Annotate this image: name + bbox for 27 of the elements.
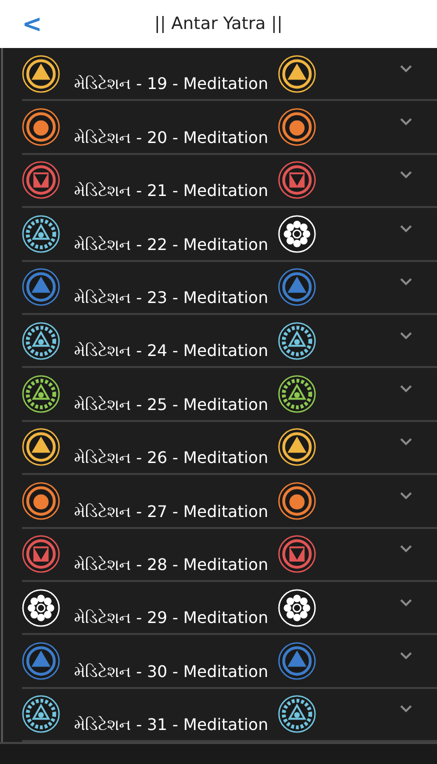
chevron-icon[interactable] [399,117,413,128]
list-row[interactable]: મેડિટેશન - 30 - Meditation [22,635,437,689]
chevron-icon[interactable] [399,277,413,288]
chevron-icon[interactable] [399,170,413,180]
list-row[interactable]: મેડિટેશન - 22 - Meditation [22,208,437,262]
chevron-icon[interactable] [399,384,413,394]
list-row[interactable]: મેડિટેશન - 25 - Meditation [22,368,437,422]
back-button[interactable]: < [18,8,46,40]
page-title: || Antar Yatra || [154,14,283,34]
list-row[interactable]: મેડિટેશન - 20 - Meditation [22,101,437,155]
chevron-icon[interactable] [399,598,413,608]
list-row[interactable]: મેડિટેશન - 24 - Meditation [22,314,437,368]
list-row[interactable]: મેડિટેશન - 23 - Meditation [22,262,437,315]
list-row[interactable]: મેડિટેશન - 27 - Meditation [22,475,437,529]
list-row[interactable]: મેડિટેશન - 26 - Meditation [22,422,437,476]
chevron-icon[interactable] [399,544,413,554]
chevron-icon[interactable] [399,224,413,234]
chevron-icon[interactable] [399,330,413,341]
chevron-icon[interactable] [399,64,413,74]
list-row[interactable]: મેડિટેશન - 19 - Meditation [22,48,437,102]
list-row[interactable]: મેડિટેશન - 28 - Meditation [22,528,437,582]
chevron-icon[interactable] [399,704,413,714]
list-row[interactable]: મેડિટેશન - 21 - Meditation [22,154,437,208]
chevron-icon[interactable] [399,437,413,448]
list-row[interactable]: મેડિટેશન - 29 - Meditation [22,582,437,636]
chevron-icon[interactable] [399,650,413,661]
chevron-icon[interactable] [399,490,413,501]
